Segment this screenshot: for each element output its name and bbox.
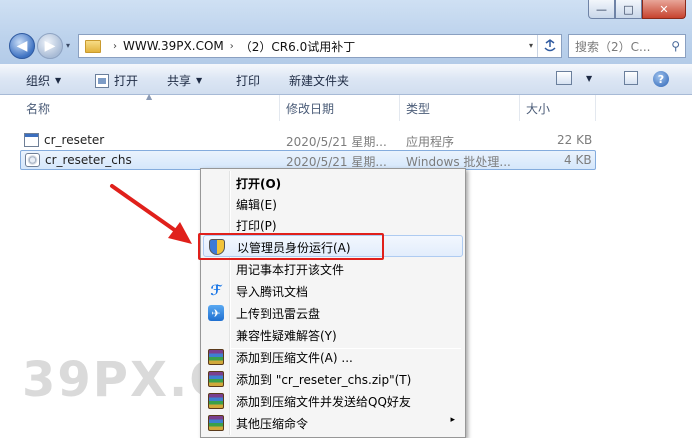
column-name[interactable]: 名称 <box>20 95 280 121</box>
chevron-down-icon: ▼ <box>196 76 203 85</box>
column-size[interactable]: 大小 <box>520 95 596 121</box>
new-folder-button[interactable]: 新建文件夹 <box>289 72 349 89</box>
menu-item-add-to-archive[interactable]: 添加到压缩文件(A) ... <box>203 346 463 368</box>
preview-pane-icon <box>624 71 638 85</box>
address-dropdown-icon[interactable]: ▾ <box>529 41 533 50</box>
help-icon: ? <box>653 71 669 87</box>
print-button[interactable]: 打印 <box>236 72 260 89</box>
winrar-icon <box>208 371 224 387</box>
menu-item-label: 打开(O) <box>236 177 282 191</box>
address-bar[interactable]: › WWW.39PX.COM › （2）CR6.0试用补丁 ▾ <box>78 34 562 58</box>
column-name-label: 名称 <box>26 101 51 116</box>
breadcrumb-separator-icon[interactable]: › <box>113 41 117 52</box>
view-icon <box>556 71 572 85</box>
column-modified[interactable]: 修改日期 <box>280 95 400 121</box>
menu-item-other-compress[interactable]: 其他压缩命令 ▸ <box>203 412 463 434</box>
recent-pages-dropdown[interactable]: ▾ <box>66 41 70 50</box>
tencent-docs-icon: ℱ <box>210 283 222 299</box>
menu-item-import-tencent-docs[interactable]: ℱ 导入腾讯文档 <box>203 280 463 302</box>
column-type[interactable]: 类型 <box>400 95 520 121</box>
share-label: 共享 <box>167 74 192 88</box>
menu-item-label: 其他压缩命令 <box>236 417 309 431</box>
winrar-icon <box>208 393 224 409</box>
open-label: 打开 <box>114 74 139 88</box>
new-folder-label: 新建文件夹 <box>289 74 350 88</box>
menu-item-label: 添加到 "cr_reseter_chs.zip"(T) <box>236 373 412 387</box>
column-headers: ▲ 名称 修改日期 类型 大小 <box>0 92 692 121</box>
share-button[interactable]: 共享 ▼ <box>167 72 202 89</box>
command-toolbar: 组织 ▼ 打开 共享 ▼ 打印 新建文件夹 ▼ ? <box>0 64 692 95</box>
menu-item-archive-send-qq[interactable]: 添加到压缩文件并发送给QQ好友 <box>203 390 463 412</box>
file-row-selected[interactable]: cr_reseter_chs 2020/5/21 星期... Windows 批… <box>20 150 596 170</box>
search-placeholder: 搜索（2）C... <box>575 39 651 54</box>
arrow-shaft <box>110 184 178 233</box>
close-button[interactable]: ✕ <box>642 0 686 19</box>
menu-item-label: 用记事本打开该文件 <box>236 263 345 277</box>
submenu-arrow-icon: ▸ <box>450 415 455 425</box>
file-size: 4 KB <box>564 153 592 167</box>
file-row[interactable]: cr_reseter 2020/5/21 星期... 应用程序 22 KB <box>20 131 596 151</box>
forward-arrow-icon: ▶ <box>44 38 56 54</box>
search-input[interactable]: 搜索（2）C... ⚲ <box>568 34 686 58</box>
window-controls: — □ ✕ <box>588 0 686 20</box>
organize-label: 组织 <box>26 74 51 88</box>
file-name: cr_reseter_chs <box>45 153 132 167</box>
window-titlebar: — □ ✕ ◀ ▶ ▾ › WWW.39PX.COM › （2）CR6.0试用补… <box>0 0 692 64</box>
menu-item-label: 导入腾讯文档 <box>236 285 309 299</box>
breadcrumb-root[interactable]: WWW.39PX.COM <box>123 39 224 53</box>
chevron-down-icon: ▼ <box>55 76 62 85</box>
menu-item-label: 添加到压缩文件并发送给QQ好友 <box>236 395 411 409</box>
preview-pane-button[interactable] <box>624 71 638 85</box>
menu-item-compatibility[interactable]: 兼容性疑难解答(Y) <box>203 324 463 346</box>
app-icon <box>24 133 39 147</box>
back-button[interactable]: ◀ <box>9 33 35 59</box>
file-modified: 2020/5/21 星期... <box>286 135 387 149</box>
folder-icon <box>85 39 101 53</box>
menu-item-edit[interactable]: 编辑(E) <box>203 193 463 215</box>
refresh-icon <box>543 39 556 52</box>
view-options-button[interactable]: ▼ <box>556 71 592 85</box>
menu-item-add-to-zip[interactable]: 添加到 "cr_reseter_chs.zip"(T) <box>203 368 463 390</box>
menu-item-open[interactable]: 打开(O) <box>203 172 463 194</box>
menu-item-label: 上传到迅雷云盘 <box>236 307 321 321</box>
menu-item-label: 添加到压缩文件(A) ... <box>236 351 353 365</box>
open-button[interactable]: 打开 <box>95 72 138 89</box>
column-type-label: 类型 <box>406 101 431 116</box>
file-type: 应用程序 <box>406 135 455 149</box>
arrow-head <box>168 222 192 244</box>
search-icon[interactable]: ⚲ <box>671 39 680 53</box>
back-arrow-icon: ◀ <box>16 38 28 54</box>
open-icon <box>95 73 109 88</box>
file-name: cr_reseter <box>44 133 105 147</box>
winrar-icon <box>208 415 224 431</box>
highlight-box <box>198 233 384 260</box>
menu-item-upload-xunlei[interactable]: ✈ 上传到迅雷云盘 <box>203 302 463 324</box>
organize-button[interactable]: 组织 ▼ <box>26 72 61 89</box>
print-label: 打印 <box>236 74 261 88</box>
help-button[interactable]: ? <box>653 71 669 87</box>
refresh-button[interactable] <box>537 35 561 57</box>
file-size: 22 KB <box>557 133 593 147</box>
menu-item-label: 兼容性疑难解答(Y) <box>236 329 337 343</box>
column-modified-label: 修改日期 <box>286 101 335 116</box>
forward-button[interactable]: ▶ <box>37 33 63 59</box>
breadcrumb-separator-icon[interactable]: › <box>230 41 234 52</box>
winrar-icon <box>208 349 224 365</box>
menu-item-label: 编辑(E) <box>236 198 277 212</box>
column-size-label: 大小 <box>526 101 551 116</box>
chevron-down-icon[interactable]: ▼ <box>586 74 592 83</box>
context-menu: 打开(O) 编辑(E) 打印(P) 以管理员身份运行(A) 用记事本打开该文件 … <box>200 168 466 438</box>
minimize-button[interactable]: — <box>588 0 615 19</box>
maximize-button[interactable]: □ <box>615 0 642 19</box>
xunlei-icon: ✈ <box>208 305 224 321</box>
breadcrumb-current[interactable]: （2）CR6.0试用补丁 <box>240 38 355 55</box>
menu-item-open-with-notepad[interactable]: 用记事本打开该文件 <box>203 258 463 280</box>
batch-icon <box>25 153 40 167</box>
menu-item-label: 打印(P) <box>236 219 277 233</box>
